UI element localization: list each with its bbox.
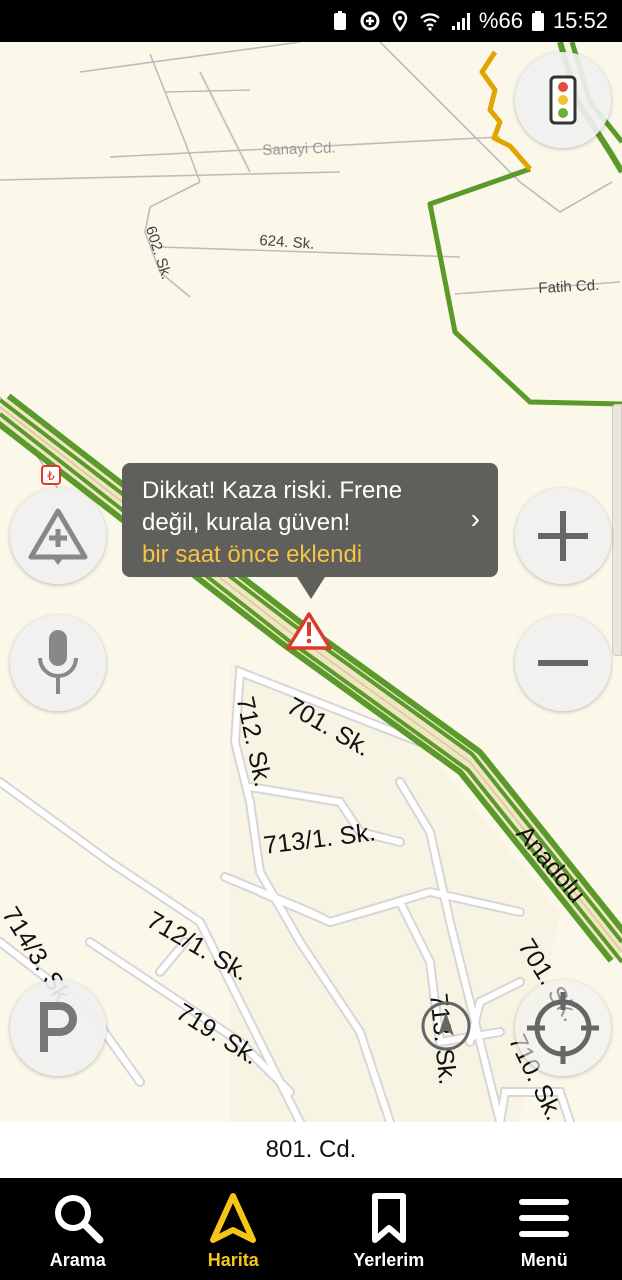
road-label-fatih: Fatih Cd.: [538, 276, 600, 297]
road-event-add-icon: [28, 508, 88, 565]
traffic-layer-button[interactable]: [515, 52, 611, 148]
my-location-button[interactable]: [515, 980, 611, 1076]
bookmark-icon: [371, 1193, 406, 1243]
tooltip-added-time: bir saat önce eklendi: [142, 541, 363, 568]
data-saver-icon: [360, 11, 380, 31]
user-location-arrow-icon: [421, 1001, 471, 1051]
clock: 15:52: [552, 8, 608, 33]
svg-text:₺: ₺: [47, 469, 55, 483]
signal-icon: [451, 13, 470, 30]
menu-icon: [519, 1199, 570, 1237]
add-road-event-button[interactable]: [10, 488, 106, 584]
minus-icon: [538, 660, 588, 666]
road-label-sanayi: Sanayi Cd.: [262, 139, 336, 159]
tab-places-label: Yerlerim: [353, 1250, 425, 1270]
location-icon: [392, 10, 408, 32]
side-panel-handle[interactable]: [612, 404, 622, 656]
parking-icon: [40, 1002, 77, 1052]
voice-search-button[interactable]: [10, 615, 106, 711]
wifi-icon: [420, 13, 440, 31]
tab-menu-label: Menü: [520, 1250, 568, 1270]
microphone-icon: [38, 630, 78, 694]
status-bar: %66 15:52: [0, 0, 622, 42]
tab-menu[interactable]: Menü: [467, 1178, 622, 1280]
crosshair-icon: [527, 992, 599, 1064]
battery-percent: %66: [478, 8, 523, 33]
road-event-tooltip[interactable]: Dikkat! Kaza riski. Frene değil, kurala …: [122, 463, 498, 599]
traffic-light-icon: [549, 75, 577, 125]
status-icons: %66 15:52: [329, 6, 608, 36]
current-street-name: 801. Cd.: [265, 1136, 357, 1163]
tooltip-message: Dikkat! Kaza riski. Frene değil, kurala …: [142, 477, 403, 536]
tab-map-label: Harita: [207, 1250, 259, 1270]
current-street-bar: 801. Cd.: [0, 1122, 622, 1178]
tab-map[interactable]: Harita: [156, 1178, 312, 1280]
battery-icon: [531, 11, 544, 31]
storage-icon: [333, 11, 346, 30]
search-icon: [54, 1195, 104, 1244]
chevron-right-icon: ›: [470, 503, 480, 534]
tab-search[interactable]: Arama: [0, 1178, 156, 1280]
parking-button[interactable]: [10, 980, 106, 1076]
zoom-out-button[interactable]: [515, 615, 611, 711]
map-arrow-icon: [210, 1193, 257, 1243]
plus-icon: [538, 511, 588, 561]
tab-places[interactable]: Yerlerim: [311, 1178, 467, 1280]
tab-search-label: Arama: [49, 1250, 106, 1270]
bottom-tab-bar: Arama Harita Yerlerim Menü: [0, 1178, 622, 1280]
tooltip-pointer: [297, 577, 325, 599]
zoom-in-button[interactable]: [515, 488, 611, 584]
